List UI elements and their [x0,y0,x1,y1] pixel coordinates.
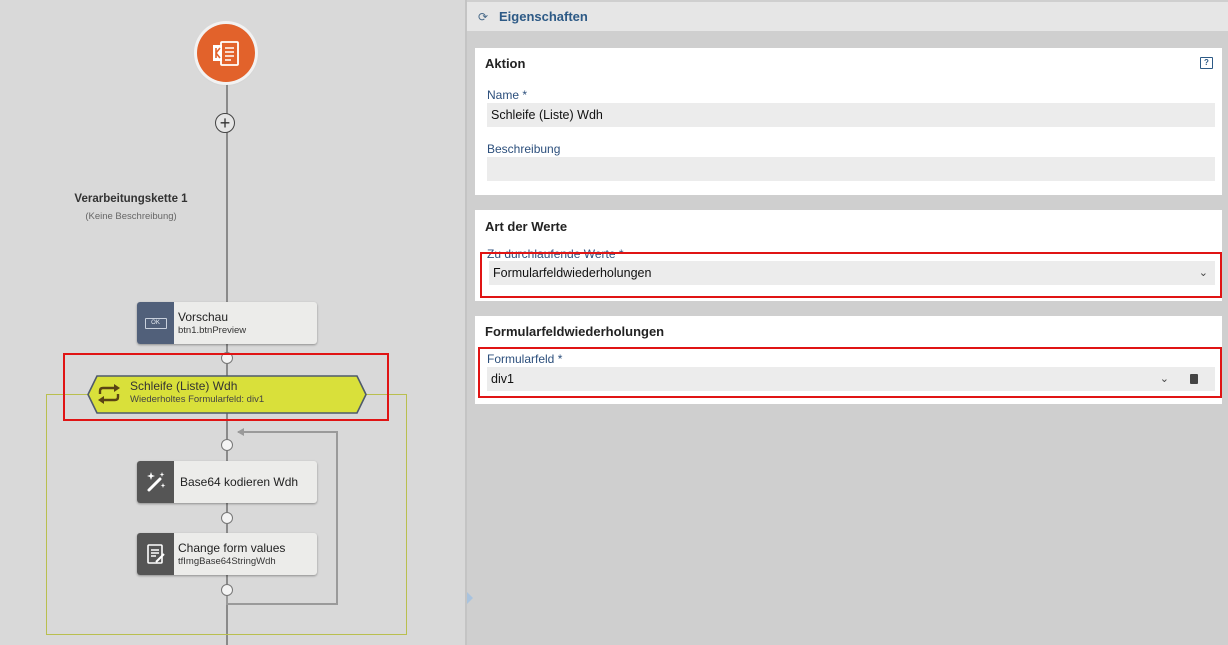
section-art-der-werte: Art der Werte Zu durchlaufende Werte * F… [475,210,1222,301]
collapse-arrow-icon[interactable] [467,592,473,604]
required-mark: * [618,247,624,261]
magic-wand-icon [137,461,174,503]
panel-header: ⟳ Eigenschaften [467,2,1228,31]
section-title: Art der Werte [485,219,568,234]
required-mark: * [522,88,528,102]
connector-dot[interactable] [221,512,233,524]
start-form-node[interactable] [197,24,255,82]
refresh-icon[interactable]: ⟳ [478,11,490,23]
node-vorschau[interactable]: OK Vorschau btn1.btnPreview [137,302,317,344]
book-icon[interactable] [1190,374,1198,384]
chain-description: (Keine Beschreibung) [85,211,177,222]
section-title: Aktion [485,56,526,71]
help-icon[interactable]: ? [1200,57,1213,69]
connector-dot[interactable] [221,584,233,596]
chain-title: Verarbeitungskette 1 [74,193,188,205]
loop-icon [98,384,120,404]
values-label: Zu durchlaufende Werte * [487,247,624,261]
formularfeld-label: Formularfeld * [487,352,563,366]
node-title: Base64 kodieren Wdh [180,475,299,489]
connector-dot[interactable] [221,439,233,451]
node-loop[interactable]: Schleife (Liste) Wdh Wiederholtes Formul… [87,375,367,414]
node-subtitle: tfImgBase64StringWdh [178,556,276,567]
add-step-button[interactable]: + [215,113,235,133]
formularfeld-select[interactable]: div1 ⌄ [487,367,1215,391]
workflow-canvas[interactable]: + Verarbeitungskette 1 (Keine Beschreibu… [0,0,465,645]
section-aktion: Aktion ? Name * Schleife (Liste) Wdh Bes… [475,48,1222,195]
node-subtitle: btn1.btnPreview [178,325,247,336]
name-input[interactable]: Schleife (Liste) Wdh [487,103,1215,127]
properties-panel: ⟳ Eigenschaften Aktion ? Name * Schleife… [465,0,1228,645]
button-icon: OK [137,302,174,344]
description-input[interactable] [487,157,1215,181]
section-title: Formularfeldwiederholungen [485,324,665,339]
node-change-form-values[interactable]: Change form values tfImgBase64StringWdh [137,533,317,575]
plus-icon: + [219,113,231,133]
description-label: Beschreibung [487,142,561,156]
panel-resize-handle[interactable] [465,0,467,645]
panel-title: Eigenschaften [499,9,588,24]
form-logo-icon [213,41,239,66]
section-formularfeldwiederholungen: Formularfeldwiederholungen Formularfeld … [475,316,1222,404]
values-select[interactable]: Formularfeldwiederholungen ⌄ [489,261,1215,285]
name-label: Name * [487,88,528,102]
required-mark: * [557,352,563,366]
chevron-down-icon[interactable]: ⌄ [1160,367,1169,391]
connector-dot[interactable] [221,352,233,364]
chevron-down-icon: ⌄ [1198,267,1208,279]
node-subtitle: Wiederholtes Formularfeld: div1 [130,394,265,405]
node-base64[interactable]: Base64 kodieren Wdh [137,461,317,503]
node-title: Change form values [178,541,286,555]
form-edit-icon [137,533,174,575]
node-title: Schleife (Liste) Wdh [130,379,238,393]
node-title: Vorschau [178,310,229,324]
